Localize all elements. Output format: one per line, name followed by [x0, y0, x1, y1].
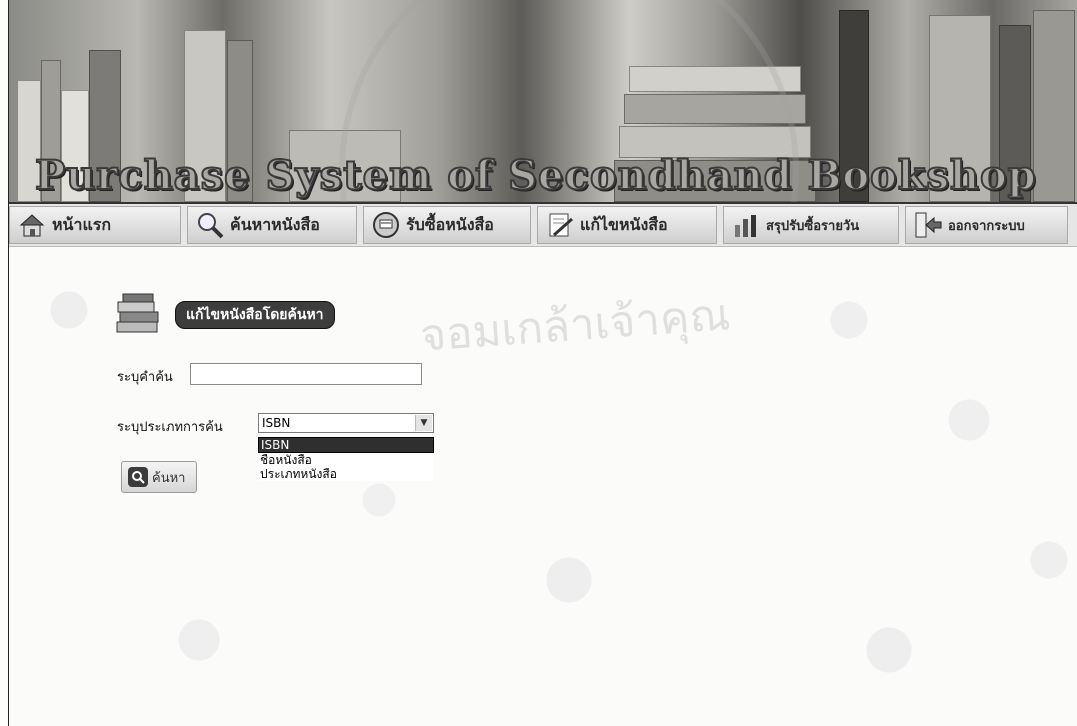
nav-search-books-label: ค้นหาหนังสือ: [230, 214, 320, 234]
header-banner: Purchase System of Secondhand Bookshop: [9, 0, 1077, 204]
nav-daily-summary-label: สรุปรับซื้อรายวัน: [766, 218, 860, 234]
books-stack-icon: [116, 293, 159, 333]
exit-arrow-icon: [915, 212, 942, 238]
keyword-input[interactable]: [190, 363, 422, 385]
nav-daily-summary[interactable]: สรุปรับซื้อรายวัน: [723, 206, 899, 244]
banner-title: Purchase System of Secondhand Bookshop: [34, 151, 1037, 200]
search-type-option[interactable]: ชื่อหนังสือ: [258, 453, 434, 467]
cart-icon: [373, 212, 399, 238]
main-nav: หน้าแรก ค้นหาหนังสือ รับซื้อหนังสือ แก้ไ…: [9, 204, 1077, 247]
search-type-option[interactable]: ประเภทหนังสือ: [258, 467, 434, 481]
nav-search-books[interactable]: ค้นหาหนังสือ: [187, 206, 357, 244]
keyword-label: ระบุคำค้น: [117, 370, 173, 385]
section-header: แก้ไขหนังสือโดยค้นหา: [115, 292, 335, 338]
search-button-label: ค้นหา: [152, 470, 186, 486]
edit-document-icon: [549, 213, 573, 237]
search-type-select[interactable]: ISBN ▼: [258, 413, 434, 433]
search-icon: [128, 467, 148, 487]
nav-logout[interactable]: ออกจากระบบ: [905, 206, 1068, 244]
nav-home[interactable]: หน้าแรก: [9, 206, 181, 244]
nav-edit-books-label: แก้ไขหนังสือ: [580, 214, 668, 234]
house-icon: [19, 214, 45, 237]
nav-buy-books-label: รับซื้อหนังสือ: [406, 214, 494, 234]
banner-book: [1033, 10, 1075, 202]
search-type-selected: ISBN: [262, 416, 291, 430]
nav-home-label: หน้าแรก: [52, 214, 112, 234]
search-button[interactable]: ค้นหา: [121, 461, 197, 493]
search-type-label: ระบุประเภทการค้น: [117, 420, 223, 435]
magnifier-icon: [198, 213, 224, 239]
section-title: แก้ไขหนังสือโดยค้นหา: [175, 301, 335, 329]
bar-chart-icon: [735, 215, 756, 237]
search-type-dropdown: ISBN ชื่อหนังสือ ประเภทหนังสือ: [258, 437, 434, 481]
nav-edit-books[interactable]: แก้ไขหนังสือ: [537, 206, 717, 244]
page-frame: Purchase System of Secondhand Bookshop ห…: [8, 0, 1077, 726]
banner-book: [624, 94, 806, 124]
chevron-down-icon[interactable]: ▼: [415, 415, 432, 431]
banner-book: [629, 66, 801, 92]
nav-logout-label: ออกจากระบบ: [948, 218, 1025, 234]
search-type-option[interactable]: ISBN: [258, 437, 434, 453]
nav-buy-books[interactable]: รับซื้อหนังสือ: [363, 206, 531, 244]
